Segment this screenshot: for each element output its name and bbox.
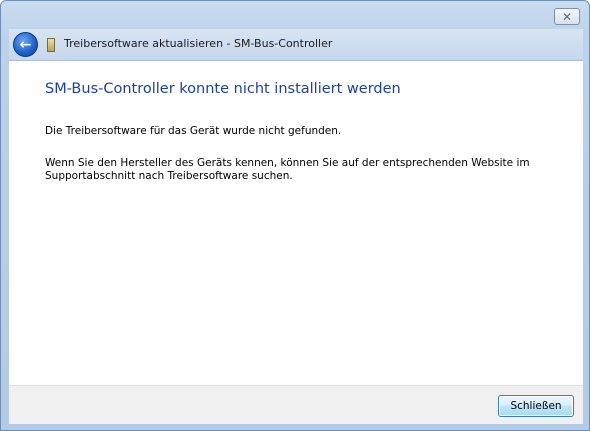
- message-not-found: Die Treibersoftware für das Gerät wurde …: [45, 125, 342, 137]
- device-icon: [47, 38, 55, 52]
- button-footer: Schließen: [9, 385, 583, 424]
- wizard-title: Treibersoftware aktualisieren - SM-Bus-C…: [64, 37, 333, 50]
- window-close-button[interactable]: ✕: [554, 8, 580, 25]
- back-button[interactable]: ←: [13, 32, 38, 57]
- dialog-window: ✕ ← Treibersoftware aktualisieren - SM-B…: [0, 0, 590, 431]
- navigation-bar: ← Treibersoftware aktualisieren - SM-Bus…: [9, 29, 583, 61]
- error-heading: SM-Bus-Controller konnte nicht installie…: [45, 81, 401, 97]
- close-icon: ✕: [561, 9, 573, 24]
- content-area: SM-Bus-Controller konnte nicht installie…: [9, 61, 583, 385]
- back-arrow-icon: ←: [19, 36, 32, 53]
- schliessen-button[interactable]: Schließen: [498, 395, 574, 417]
- message-manufacturer-hint: Wenn Sie den Hersteller des Geräts kenne…: [45, 157, 530, 182]
